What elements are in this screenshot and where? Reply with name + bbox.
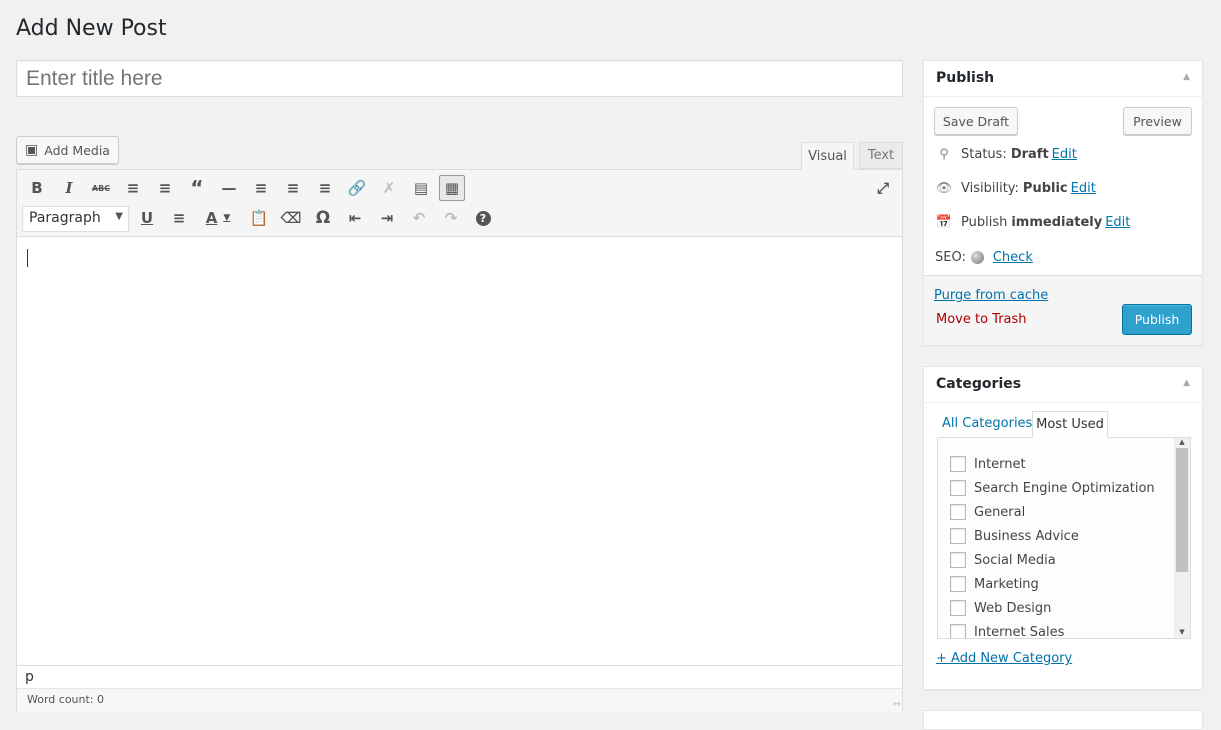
underline-icon[interactable]: U xyxy=(134,205,160,231)
redo-icon[interactable]: ↷ xyxy=(438,205,464,231)
seo-status-icon xyxy=(970,251,984,264)
categories-box: Categories ▲ All Categories Most Used Int… xyxy=(923,366,1203,690)
calendar-icon: 📅 xyxy=(935,215,953,230)
category-item[interactable]: Social Media xyxy=(950,552,1056,568)
edit-status-link[interactable]: Edit xyxy=(1052,147,1077,162)
save-draft-button[interactable]: Save Draft xyxy=(934,107,1018,135)
numbered-list-icon[interactable]: ≡ xyxy=(152,175,178,201)
text-cursor xyxy=(27,249,28,267)
category-label: Social Media xyxy=(974,552,1056,568)
category-checkbox[interactable] xyxy=(950,504,966,520)
page-title: Add New Post xyxy=(16,16,167,41)
category-label: Internet xyxy=(974,456,1026,472)
seo-label: SEO: xyxy=(935,250,966,265)
category-list: Internet Search Engine Optimization Genera… xyxy=(937,437,1191,639)
horizontal-line-icon[interactable]: — xyxy=(216,175,242,201)
collapse-icon[interactable]: ▲ xyxy=(1183,72,1190,82)
word-count: Word count: 0 xyxy=(17,688,902,712)
tab-visual[interactable]: Visual xyxy=(801,142,854,170)
publish-box: Publish ▲ Save Draft Preview ⚲ Status: Draf… xyxy=(923,60,1203,346)
eye-icon: 👁 xyxy=(935,181,953,196)
scrollbar[interactable]: ▲ ▼ xyxy=(1174,438,1190,638)
outdent-icon[interactable]: ⇤ xyxy=(342,205,368,231)
edit-schedule-link[interactable]: Edit xyxy=(1105,215,1130,230)
tab-text[interactable]: Text xyxy=(859,142,903,169)
publish-actions: Purge from cache Move to Trash Publish xyxy=(924,275,1202,345)
category-checkbox[interactable] xyxy=(950,624,966,638)
category-item[interactable]: Marketing xyxy=(950,576,1039,592)
category-label: General xyxy=(974,504,1026,520)
add-media-button[interactable]: ▣ Add Media xyxy=(16,136,119,164)
tab-all-categories[interactable]: All Categories xyxy=(942,416,1032,431)
category-label: Search Engine Optimization xyxy=(974,480,1155,496)
italic-icon[interactable]: I xyxy=(56,175,82,201)
category-item[interactable]: Search Engine Optimization xyxy=(950,480,1155,496)
clear-formatting-icon[interactable]: ⌫ xyxy=(278,205,304,231)
category-checkbox[interactable] xyxy=(950,576,966,592)
category-item[interactable]: Business Advice xyxy=(950,528,1079,544)
category-item[interactable]: Internet Sales xyxy=(950,624,1065,639)
status-value: Draft xyxy=(1010,147,1049,162)
purge-cache-link[interactable]: Purge from cache xyxy=(934,288,1048,303)
category-label: Internet Sales xyxy=(974,624,1065,639)
next-box xyxy=(923,710,1203,730)
category-item[interactable]: General xyxy=(950,504,1025,520)
format-select[interactable]: Paragraph ▼ xyxy=(22,206,129,232)
post-editor: B I ABC ≡ ≡ “ — ≡ ≡ ≡ 🔗 ✗ ▤ ▦ ⤢ Paragrap… xyxy=(16,169,903,712)
align-center-icon[interactable]: ≡ xyxy=(280,175,306,201)
publish-button[interactable]: Publish xyxy=(1122,304,1192,335)
category-item[interactable]: Web Design xyxy=(950,600,1051,616)
visibility-value: Public xyxy=(1022,181,1068,196)
categories-box-title: Categories xyxy=(936,376,1022,392)
align-left-icon[interactable]: ≡ xyxy=(248,175,274,201)
category-checkbox[interactable] xyxy=(950,480,966,496)
justify-icon[interactable]: ≡ xyxy=(166,205,192,231)
media-icon: ▣ xyxy=(25,142,39,158)
content-area[interactable] xyxy=(17,237,902,665)
help-icon[interactable]: ? xyxy=(470,205,496,231)
status-label: Status: xyxy=(961,147,1007,162)
category-checkbox[interactable] xyxy=(950,528,966,544)
text-color-icon[interactable]: A ▼ xyxy=(198,205,238,231)
collapse-icon[interactable]: ▲ xyxy=(1183,378,1190,388)
schedule-value: immediately xyxy=(1011,215,1103,230)
category-checkbox[interactable] xyxy=(950,600,966,616)
category-checkbox[interactable] xyxy=(950,456,966,472)
add-new-category-link[interactable]: + Add New Category xyxy=(936,651,1072,666)
read-more-icon[interactable]: ▤ xyxy=(408,175,434,201)
special-character-icon[interactable]: Ω xyxy=(310,205,336,231)
visibility-label: Visibility: xyxy=(961,181,1019,196)
pin-icon: ⚲ xyxy=(939,147,949,162)
tab-most-used[interactable]: Most Used xyxy=(1032,411,1108,438)
category-item[interactable]: Internet xyxy=(950,456,1026,472)
preview-button[interactable]: Preview xyxy=(1123,107,1192,135)
chevron-down-icon: ▼ xyxy=(115,211,123,222)
link-icon[interactable]: 🔗 xyxy=(344,175,370,201)
category-checkbox[interactable] xyxy=(950,552,966,568)
paste-text-icon[interactable]: 📋 xyxy=(246,205,272,231)
indent-icon[interactable]: ⇥ xyxy=(374,205,400,231)
element-path: p xyxy=(17,665,902,688)
category-label: Marketing xyxy=(974,576,1039,592)
fullscreen-icon[interactable]: ⤢ xyxy=(870,175,896,201)
align-right-icon[interactable]: ≡ xyxy=(312,175,338,201)
bullet-list-icon[interactable]: ≡ xyxy=(120,175,146,201)
strikethrough-icon[interactable]: ABC xyxy=(88,175,114,201)
category-label: Business Advice xyxy=(974,528,1079,544)
category-label: Web Design xyxy=(974,600,1052,616)
publish-box-title: Publish xyxy=(936,70,995,86)
edit-visibility-link[interactable]: Edit xyxy=(1071,181,1096,196)
scrollbar-thumb[interactable] xyxy=(1176,448,1188,572)
schedule-label: Publish xyxy=(961,215,1008,230)
post-title-input[interactable] xyxy=(16,60,903,97)
resize-handle-icon[interactable]: ⇿ xyxy=(893,699,901,710)
undo-icon[interactable]: ↶ xyxy=(406,205,432,231)
move-to-trash-link[interactable]: Move to Trash xyxy=(936,312,1027,327)
toolbar-toggle-icon[interactable]: ▦ xyxy=(439,175,465,201)
unlink-icon[interactable]: ✗ xyxy=(376,175,402,201)
bold-icon[interactable]: B xyxy=(24,175,50,201)
editor-toolbar: B I ABC ≡ ≡ “ — ≡ ≡ ≡ 🔗 ✗ ▤ ▦ ⤢ Paragrap… xyxy=(17,170,902,237)
blockquote-icon[interactable]: “ xyxy=(184,175,210,201)
seo-check-link[interactable]: Check xyxy=(993,250,1033,265)
